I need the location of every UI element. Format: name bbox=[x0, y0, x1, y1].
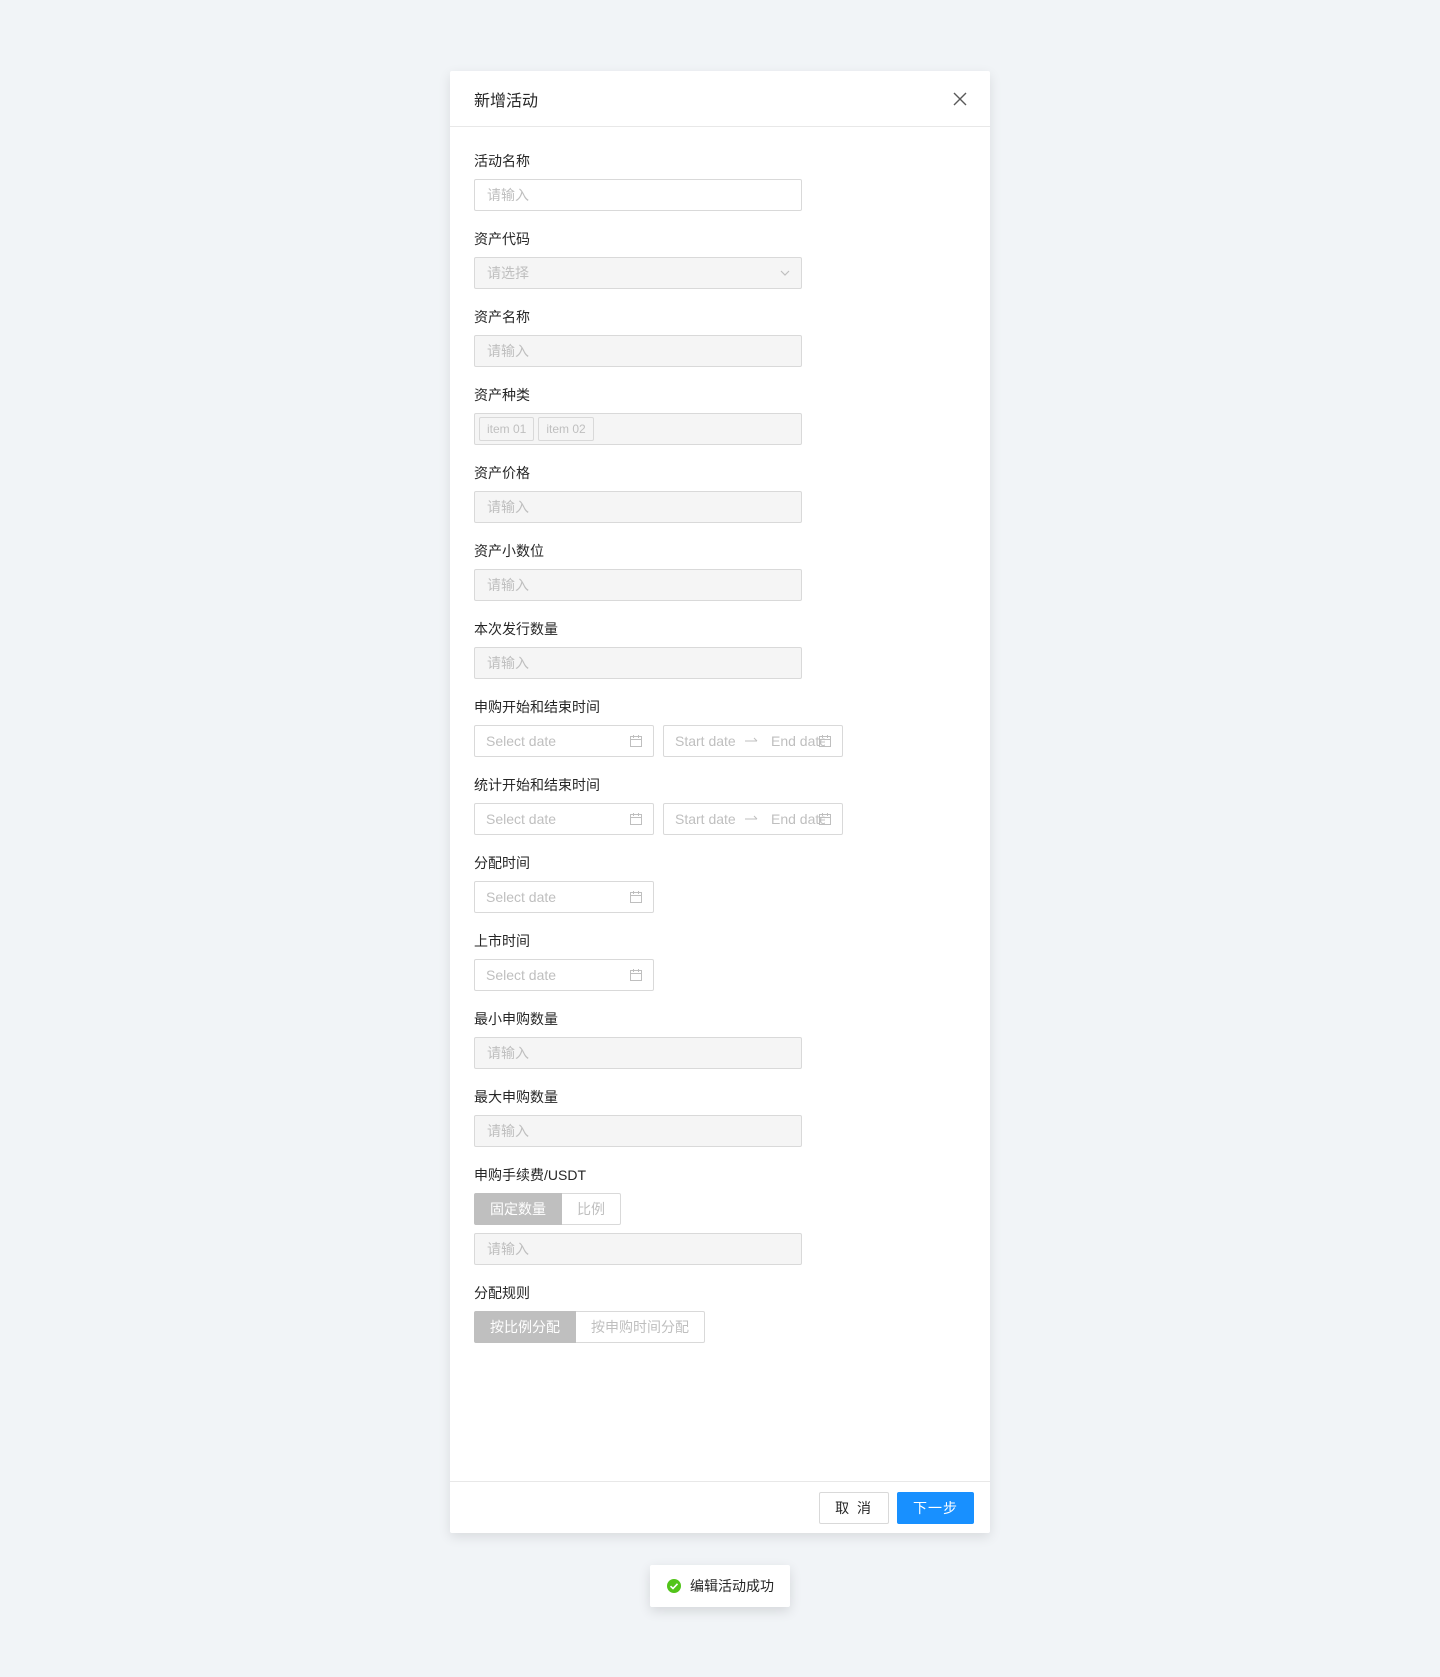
calendar-icon bbox=[630, 813, 642, 825]
date-placeholder: Select date bbox=[486, 889, 557, 905]
range-start: Start date bbox=[675, 811, 736, 827]
add-activity-modal: 新增活动 活动名称 请输入 资产代码 请选择 资产名称 请输入 资产种类 ite… bbox=[450, 71, 990, 1533]
subscribe-range-picker[interactable]: Start date End date bbox=[663, 725, 843, 757]
close-icon bbox=[953, 92, 967, 106]
field-fee: 申购手续费/USDT 固定数量 比例 请输入 bbox=[474, 1165, 966, 1265]
field-label: 分配规则 bbox=[474, 1285, 530, 1301]
arrow-right-icon bbox=[745, 815, 759, 823]
calendar-icon bbox=[630, 735, 642, 747]
field-label: 申购手续费/USDT bbox=[474, 1167, 586, 1183]
modal-header: 新增活动 bbox=[450, 71, 990, 127]
arrow-right-icon bbox=[745, 737, 759, 745]
field-label: 资产种类 bbox=[474, 387, 530, 403]
field-label: 本次发行数量 bbox=[474, 621, 558, 637]
distribute-date-picker[interactable]: Select date bbox=[474, 881, 654, 913]
fee-input[interactable]: 请输入 bbox=[474, 1233, 802, 1265]
field-issue-amount: 本次发行数量 请输入 bbox=[474, 619, 966, 679]
stats-date-picker[interactable]: Select date bbox=[474, 803, 654, 835]
min-subscribe-input[interactable]: 请输入 bbox=[474, 1037, 802, 1069]
stats-range-picker[interactable]: Start date End date bbox=[663, 803, 843, 835]
field-label: 申购开始和结束时间 bbox=[474, 699, 600, 715]
success-toast: 编辑活动成功 bbox=[650, 1565, 790, 1607]
field-label: 分配时间 bbox=[474, 855, 530, 871]
field-asset-decimals: 资产小数位 请输入 bbox=[474, 541, 966, 601]
field-stats-time: 统计开始和结束时间 Select date Start date End dat… bbox=[474, 775, 966, 835]
next-button[interactable]: 下一步 bbox=[897, 1491, 974, 1524]
calendar-icon bbox=[630, 969, 642, 981]
asset-code-select[interactable]: 请选择 bbox=[474, 257, 802, 289]
field-asset-type: 资产种类 item 01 item 02 bbox=[474, 385, 966, 445]
issue-amount-input[interactable]: 请输入 bbox=[474, 647, 802, 679]
activity-name-input[interactable]: 请输入 bbox=[474, 179, 802, 211]
field-asset-code: 资产代码 请选择 bbox=[474, 229, 966, 289]
field-subscribe-time: 申购开始和结束时间 Select date Start date End dat… bbox=[474, 697, 966, 757]
range-end: End date bbox=[771, 733, 825, 749]
select-placeholder: 请选择 bbox=[487, 265, 529, 281]
modal-footer: 取 消 下一步 bbox=[450, 1481, 990, 1533]
tag: item 01 bbox=[479, 417, 535, 441]
chevron-down-icon bbox=[780, 270, 790, 276]
field-asset-name: 资产名称 请输入 bbox=[474, 307, 966, 367]
asset-name-input[interactable]: 请输入 bbox=[474, 335, 802, 367]
subscribe-date-picker[interactable]: Select date bbox=[474, 725, 654, 757]
field-label: 最大申购数量 bbox=[474, 1089, 558, 1105]
field-label: 统计开始和结束时间 bbox=[474, 777, 600, 793]
field-asset-price: 资产价格 请输入 bbox=[474, 463, 966, 523]
range-start: Start date bbox=[675, 733, 736, 749]
field-listing-time: 上市时间 Select date bbox=[474, 931, 966, 991]
field-max-subscribe: 最大申购数量 请输入 bbox=[474, 1087, 966, 1147]
asset-decimals-input[interactable]: 请输入 bbox=[474, 569, 802, 601]
cancel-button[interactable]: 取 消 bbox=[819, 1491, 889, 1524]
field-activity-name: 活动名称 请输入 bbox=[474, 151, 966, 211]
close-button[interactable] bbox=[946, 85, 974, 113]
field-label: 上市时间 bbox=[474, 933, 530, 949]
listing-date-picker[interactable]: Select date bbox=[474, 959, 654, 991]
modal-title: 新增活动 bbox=[474, 92, 539, 110]
fee-type-ratio[interactable]: 比例 bbox=[562, 1193, 621, 1225]
range-end: End date bbox=[771, 811, 825, 827]
calendar-icon bbox=[819, 813, 831, 825]
field-label: 资产代码 bbox=[474, 231, 530, 247]
check-circle-icon bbox=[666, 1578, 682, 1594]
date-placeholder: Select date bbox=[486, 733, 557, 749]
date-placeholder: Select date bbox=[486, 811, 557, 827]
asset-type-multiselect[interactable]: item 01 item 02 bbox=[474, 413, 802, 445]
field-label: 活动名称 bbox=[474, 153, 530, 169]
tag: item 02 bbox=[538, 417, 594, 441]
field-min-subscribe: 最小申购数量 请输入 bbox=[474, 1009, 966, 1069]
fee-type-fixed[interactable]: 固定数量 bbox=[474, 1193, 562, 1225]
rule-by-time[interactable]: 按申购时间分配 bbox=[576, 1311, 705, 1343]
calendar-icon bbox=[630, 891, 642, 903]
calendar-icon bbox=[819, 735, 831, 747]
rule-radio-group: 按比例分配 按申购时间分配 bbox=[474, 1311, 966, 1343]
field-label: 资产价格 bbox=[474, 465, 530, 481]
field-distribute-time: 分配时间 Select date bbox=[474, 853, 966, 913]
field-label: 最小申购数量 bbox=[474, 1011, 558, 1027]
date-placeholder: Select date bbox=[486, 967, 557, 983]
asset-price-input[interactable]: 请输入 bbox=[474, 491, 802, 523]
field-label: 资产名称 bbox=[474, 309, 530, 325]
field-label: 资产小数位 bbox=[474, 543, 544, 559]
rule-by-ratio[interactable]: 按比例分配 bbox=[474, 1311, 576, 1343]
modal-body: 活动名称 请输入 资产代码 请选择 资产名称 请输入 资产种类 item 01 … bbox=[450, 127, 990, 1343]
field-rule: 分配规则 按比例分配 按申购时间分配 bbox=[474, 1283, 966, 1343]
toast-message: 编辑活动成功 bbox=[690, 1578, 774, 1594]
fee-type-radio-group: 固定数量 比例 bbox=[474, 1193, 966, 1225]
max-subscribe-input[interactable]: 请输入 bbox=[474, 1115, 802, 1147]
